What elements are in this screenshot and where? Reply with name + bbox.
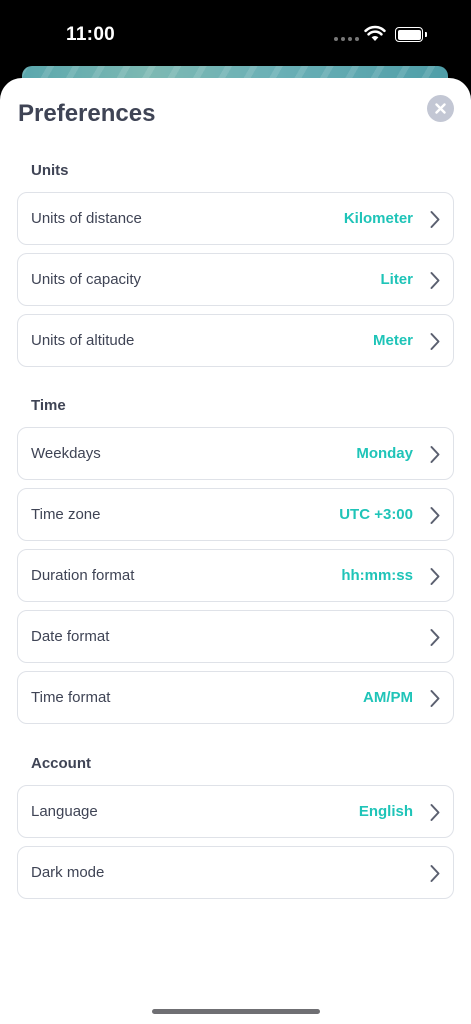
chevron-right-icon [430, 446, 440, 463]
preferences-sheet: Preferences Units Units of distance Kilo… [0, 78, 471, 1024]
row-date-format[interactable]: Date format [17, 610, 454, 663]
row-label: Time zone [31, 506, 101, 523]
section-title-time: Time [31, 397, 66, 414]
row-value: AM/PM [363, 689, 413, 706]
section-title-units: Units [31, 162, 69, 179]
chevron-right-icon [430, 507, 440, 524]
chevron-right-icon [430, 629, 440, 646]
chevron-right-icon [430, 211, 440, 228]
row-label: Duration format [31, 567, 135, 584]
status-time: 11:00 [66, 24, 116, 45]
row-time-zone[interactable]: Time zone UTC +3:00 [17, 488, 454, 541]
row-label: Date format [31, 628, 110, 645]
row-label: Dark mode [31, 864, 105, 881]
section-title-account: Account [31, 755, 91, 772]
row-weekdays[interactable]: Weekdays Monday [17, 427, 454, 480]
row-label: Time format [31, 689, 111, 706]
chevron-right-icon [430, 865, 440, 882]
status-bar: 11:00 [0, 0, 471, 72]
chevron-right-icon [430, 568, 440, 585]
row-label: Units of capacity [31, 271, 142, 288]
row-duration-format[interactable]: Duration format hh:mm:ss [17, 549, 454, 602]
row-value: UTC +3:00 [339, 506, 413, 523]
row-dark-mode[interactable]: Dark mode [17, 846, 454, 899]
wifi-icon [364, 25, 386, 41]
row-label: Weekdays [31, 445, 101, 462]
row-value: Monday [356, 445, 413, 462]
cellular-signal-icon [334, 37, 359, 41]
row-time-format[interactable]: Time format AM/PM [17, 671, 454, 724]
row-label: Units of altitude [31, 332, 135, 349]
close-button[interactable] [427, 95, 454, 122]
row-label: Units of distance [31, 210, 142, 227]
row-language[interactable]: Language English [17, 785, 454, 838]
row-value: Meter [372, 332, 413, 349]
row-units-of-capacity[interactable]: Units of capacity Liter [17, 253, 454, 306]
row-value: Liter [380, 271, 413, 288]
chevron-right-icon [430, 690, 440, 707]
close-icon [435, 103, 446, 114]
row-value: hh:mm:ss [341, 567, 413, 584]
chevron-right-icon [430, 333, 440, 350]
page-title: Preferences [18, 100, 156, 127]
row-units-of-distance[interactable]: Units of distance Kilometer [17, 192, 454, 245]
chevron-right-icon [430, 804, 440, 821]
row-label: Language [31, 803, 98, 820]
home-indicator[interactable] [152, 1009, 320, 1014]
battery-icon [395, 27, 427, 42]
row-value: English [358, 803, 413, 820]
row-units-of-altitude[interactable]: Units of altitude Meter [17, 314, 454, 367]
row-value: Kilometer [343, 210, 413, 227]
chevron-right-icon [430, 272, 440, 289]
